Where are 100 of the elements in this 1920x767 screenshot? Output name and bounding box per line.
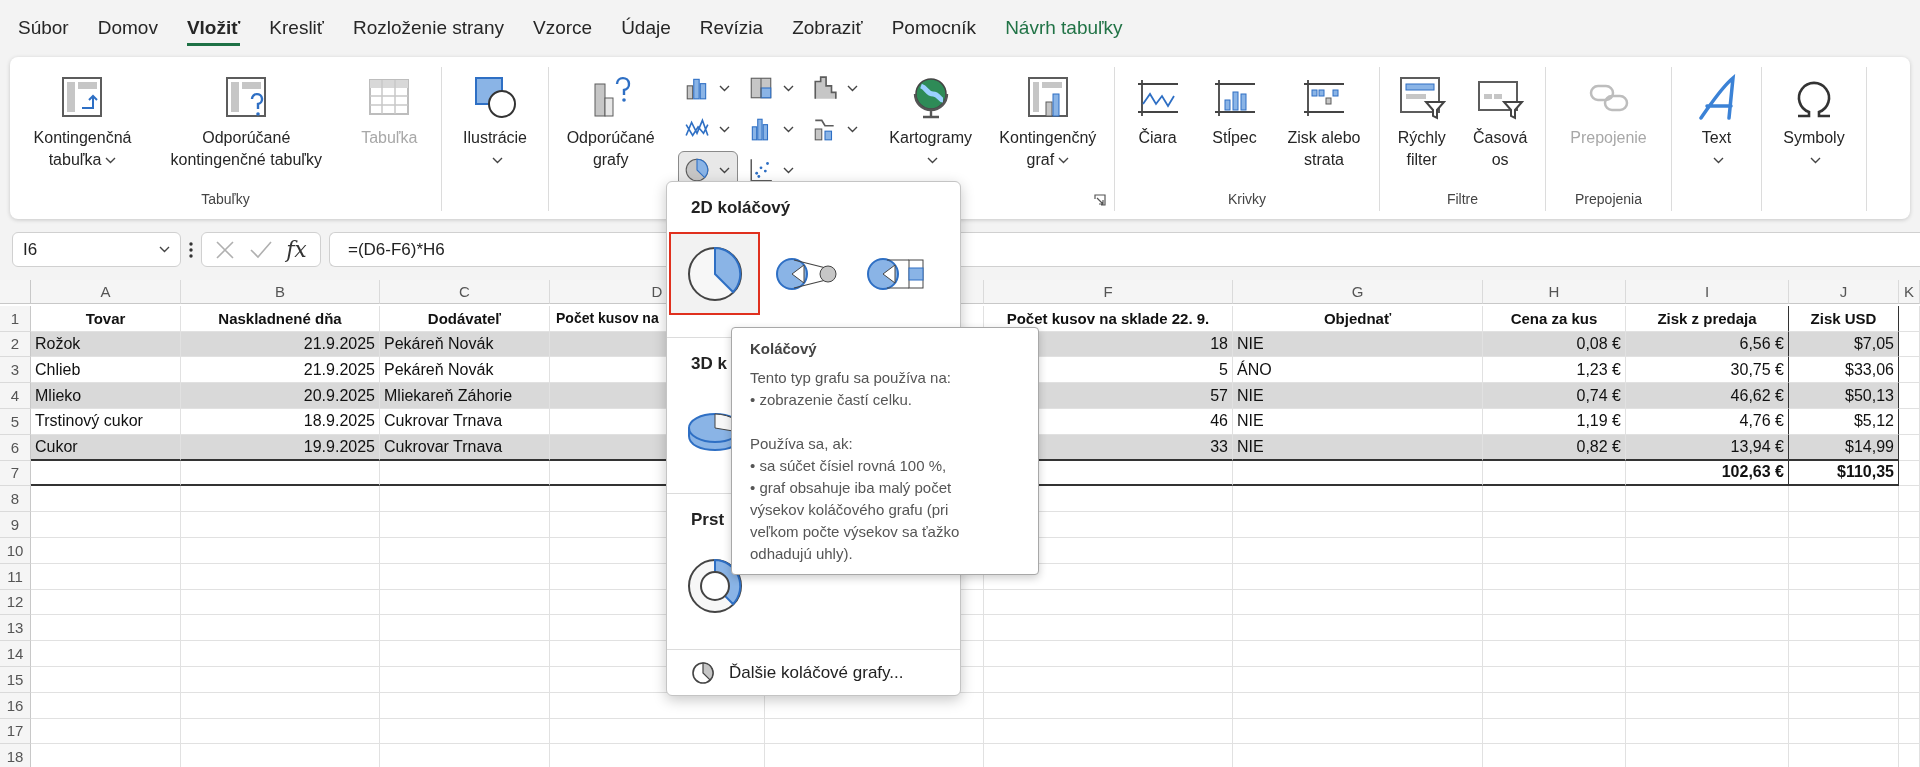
insert-function-button[interactable]: fx [286,237,307,262]
grid-cell[interactable] [550,718,765,745]
grid-cell[interactable] [1899,666,1920,693]
more-options-icon[interactable] [189,241,193,258]
row-header[interactable]: 14 [0,641,31,667]
grid-cell[interactable] [1789,486,1899,513]
ribbon-button[interactable]: Kontingenčná tabuľka [29,67,136,173]
row-header[interactable]: 12 [0,589,31,616]
grid-cell[interactable] [380,641,550,667]
grid-cell[interactable] [984,615,1233,642]
grid-cell[interactable] [1233,692,1483,719]
grid-cell[interactable] [31,589,181,616]
grid-cell[interactable] [380,537,550,564]
ribbon-tab[interactable]: Pomocník [891,11,977,46]
grid-cell[interactable] [1899,512,1920,538]
column-header[interactable]: G [1233,280,1483,304]
grid-cell[interactable] [1899,331,1920,358]
column-header[interactable]: C [380,280,550,304]
grid-cell[interactable] [1789,512,1899,538]
row-header[interactable]: 2 [0,331,31,358]
grid-cell[interactable] [1233,589,1483,616]
row-header[interactable]: 17 [0,718,31,745]
grid-cell[interactable] [1483,718,1626,745]
ribbon-button[interactable]: Stĺpec [1206,67,1263,151]
ribbon-tab[interactable]: Revízia [699,11,764,46]
grid-cell[interactable] [380,563,550,590]
column-header[interactable]: A [31,280,181,304]
grid-cell[interactable] [181,512,380,538]
ribbon-button[interactable]: Časová os [1469,67,1532,173]
ribbon-button[interactable]: Ilustrácie [459,67,531,173]
ribbon-tab[interactable]: Rozloženie strany [352,11,504,46]
check-icon[interactable] [249,240,272,259]
grid-cell[interactable] [1483,589,1626,616]
grid-cell[interactable] [31,692,181,719]
name-box[interactable]: I6 [12,232,181,267]
grid-cell[interactable] [1483,692,1626,719]
grid-cell[interactable] [31,486,181,513]
row-header[interactable]: 6 [0,434,31,461]
chart-option[interactable] [669,232,760,315]
grid-cell[interactable] [1899,305,1920,332]
grid-cell[interactable] [1626,692,1789,719]
grid-cell[interactable] [1483,486,1626,513]
grid-cell[interactable] [380,615,550,642]
grid-cell[interactable] [1626,486,1789,513]
grid-cell[interactable] [984,718,1233,745]
ribbon-button[interactable]: Symboly [1779,67,1849,173]
ribbon-button[interactable]: Rýchly filter [1393,67,1450,173]
grid-cell[interactable] [31,512,181,538]
grid-cell[interactable] [1626,537,1789,564]
grid-cell[interactable] [1626,563,1789,590]
ribbon-tab[interactable]: Vložiť [186,11,241,46]
row-header[interactable]: 7 [0,460,31,487]
grid-cell[interactable] [1789,563,1899,590]
row-header[interactable]: 10 [0,537,31,564]
row-header[interactable]: 3 [0,357,31,384]
grid-cell[interactable] [380,589,550,616]
grid-cell[interactable] [1483,641,1626,667]
ribbon-button[interactable]: Odporúčané kontingenčné tabuľky [166,67,326,173]
ribbon-tab[interactable]: Súbor [18,11,69,46]
grid-cell[interactable] [1789,692,1899,719]
grid-cell[interactable] [31,615,181,642]
grid-cell[interactable] [1789,718,1899,745]
grid-cell[interactable] [181,486,380,513]
grid-cell[interactable] [1899,563,1920,590]
grid-cell[interactable] [1626,641,1789,667]
grid-cell[interactable] [31,563,181,590]
grid-cell[interactable] [1789,615,1899,642]
select-all-corner[interactable] [0,280,31,304]
grid-cell[interactable] [1789,641,1899,667]
grid-cell[interactable] [181,563,380,590]
ribbon-button[interactable]: Text [1688,67,1745,173]
grid-cell[interactable] [1899,718,1920,745]
ribbon-tab[interactable]: Návrh tabuľky [1005,11,1123,46]
grid-cell[interactable] [1483,615,1626,642]
grid-cell[interactable] [31,537,181,564]
grid-cell[interactable] [1233,537,1483,564]
grid-cell[interactable] [984,666,1233,693]
more-charts-item[interactable]: Ďalšie koláčové grafy... [667,650,960,695]
grid-cell[interactable] [1899,460,1920,487]
row-header[interactable]: 4 [0,383,31,409]
grid-cell[interactable] [181,692,380,719]
grid-cell[interactable] [1899,357,1920,384]
row-header[interactable]: 16 [0,692,31,719]
ribbon-tab[interactable]: Vzorce [533,11,593,46]
row-header[interactable]: 13 [0,615,31,642]
ribbon-button[interactable]: Kartogramy [885,67,977,173]
column-header[interactable]: B [181,280,380,304]
grid-cell[interactable] [1626,666,1789,693]
grid-cell[interactable] [1899,589,1920,616]
grid-cell[interactable] [181,589,380,616]
grid-cell[interactable] [1899,537,1920,564]
grid-cell[interactable] [181,537,380,564]
grid-cell[interactable] [984,692,1233,719]
grid-cell[interactable] [380,512,550,538]
grid-cell[interactable] [31,641,181,667]
grid-cell[interactable] [1789,537,1899,564]
grid-cell[interactable] [1233,615,1483,642]
row-header[interactable]: 11 [0,563,31,590]
row-header[interactable]: 8 [0,486,31,513]
grid-cell[interactable] [1789,666,1899,693]
